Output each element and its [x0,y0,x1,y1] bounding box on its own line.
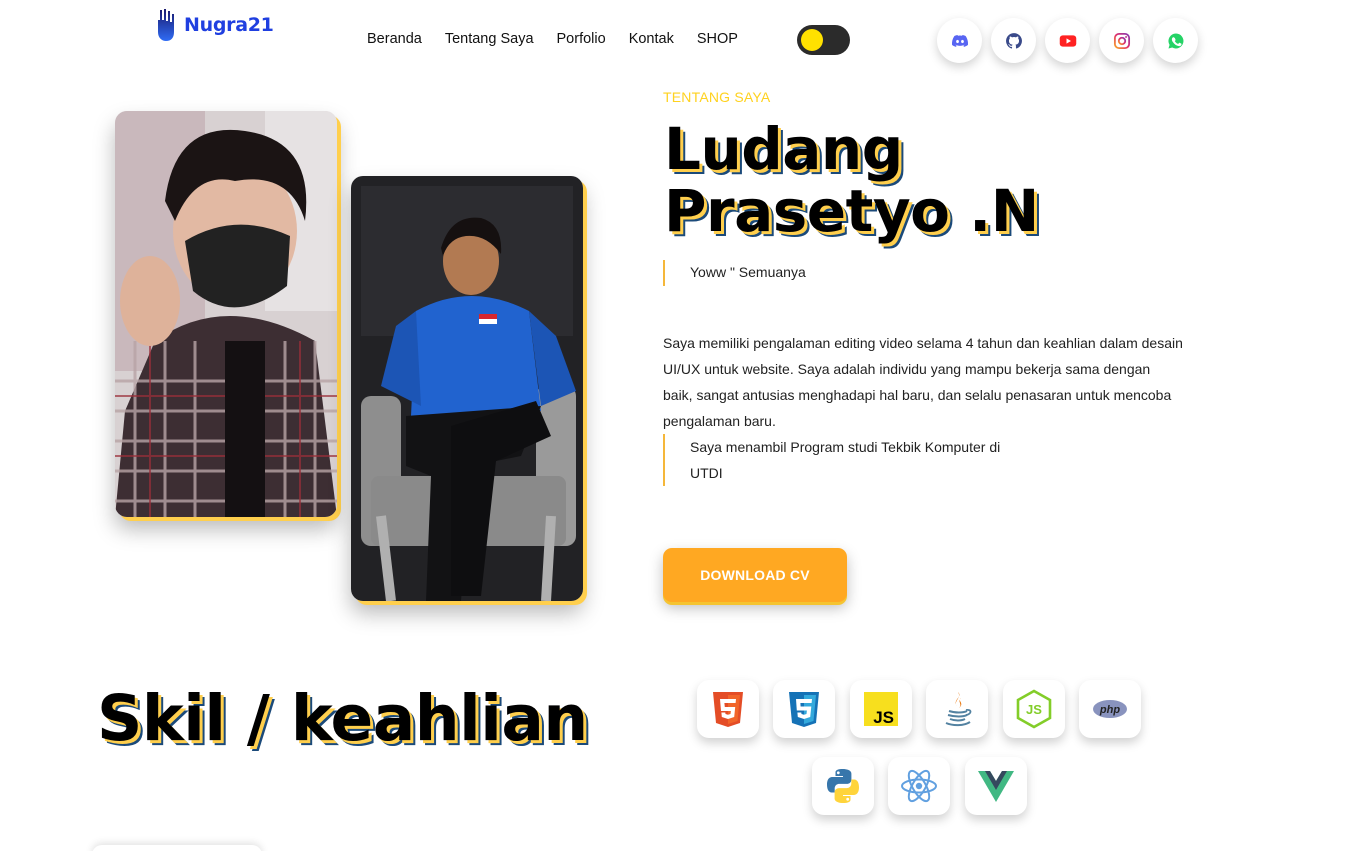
next-section-card [92,845,262,851]
skill-javascript[interactable]: JS [850,680,912,738]
skill-nodejs[interactable]: JS [1003,680,1065,738]
discord-icon [951,34,968,47]
profile-name: Ludang Prasetyo .N [664,118,1084,242]
skill-python[interactable] [812,757,874,815]
svg-text:JS: JS [873,708,894,727]
java-icon [945,692,972,727]
social-links [937,18,1198,63]
skill-css3[interactable] [773,680,835,738]
html5-icon [713,692,743,727]
python-icon [827,769,859,803]
person-photo-image [351,176,583,601]
skill-php[interactable]: php [1079,680,1141,738]
profile-name-line2: Prasetyo .N [664,177,1039,245]
section-eyebrow: TENTANG SAYA [663,89,771,105]
nav-item-shop[interactable]: SHOP [697,31,738,47]
tagline-quote: Yoww " Semuanya [663,260,806,286]
bio-paragraph: Saya memiliki pengalaman editing video s… [663,335,1183,429]
nav-item-kontak[interactable]: Kontak [629,31,674,47]
whatsapp-icon [1168,33,1183,48]
nav-item-porfolio[interactable]: Porfolio [557,31,606,47]
theme-toggle[interactable] [797,25,850,55]
nav-item-tentang-saya[interactable]: Tentang Saya [445,31,534,47]
skill-react[interactable] [888,757,950,815]
profile-photo-jacket [351,176,583,601]
study-quote: Saya menambil Program studi Tekbik Kompu… [663,434,1000,486]
nav-item-beranda[interactable]: Beranda [367,31,422,47]
profile-photo-masked [115,111,337,517]
study-line-2: UTDI [690,465,723,481]
skill-html5[interactable] [697,680,759,738]
skills-title: Skil / keahlian [97,682,588,755]
whatsapp-link[interactable] [1153,18,1198,63]
youtube-link[interactable] [1045,18,1090,63]
nodejs-icon: JS [1016,689,1052,729]
php-icon: php [1093,700,1127,718]
css3-icon [789,692,819,727]
tagline-text: Yoww " Semuanya [690,264,806,280]
svg-text:php: php [1099,704,1120,716]
react-icon [901,769,937,803]
person-photo-image [115,111,337,517]
javascript-icon: JS [864,692,898,727]
svg-text:JS: JS [1026,702,1042,717]
theme-toggle-knob [801,29,823,51]
github-link[interactable] [991,18,1036,63]
instagram-link[interactable] [1099,18,1144,63]
youtube-icon [1059,34,1076,47]
brand-name: Nugra21 [184,14,274,36]
github-icon [1005,32,1022,49]
vue-icon [978,771,1014,802]
brand-logo[interactable]: Nugra21 [156,8,274,42]
flame-logo-icon [158,9,174,41]
skill-vue[interactable] [965,757,1027,815]
profile-name-line1: Ludang [664,115,903,183]
skill-java[interactable] [926,680,988,738]
main-nav: Beranda Tentang Saya Porfolio Kontak SHO… [367,31,738,47]
instagram-icon [1113,32,1130,49]
study-line-1: Saya menambil Program studi Tekbik Kompu… [690,439,1001,455]
discord-link[interactable] [937,18,982,63]
download-cv-button[interactable]: DOWNLOAD CV [663,548,847,602]
